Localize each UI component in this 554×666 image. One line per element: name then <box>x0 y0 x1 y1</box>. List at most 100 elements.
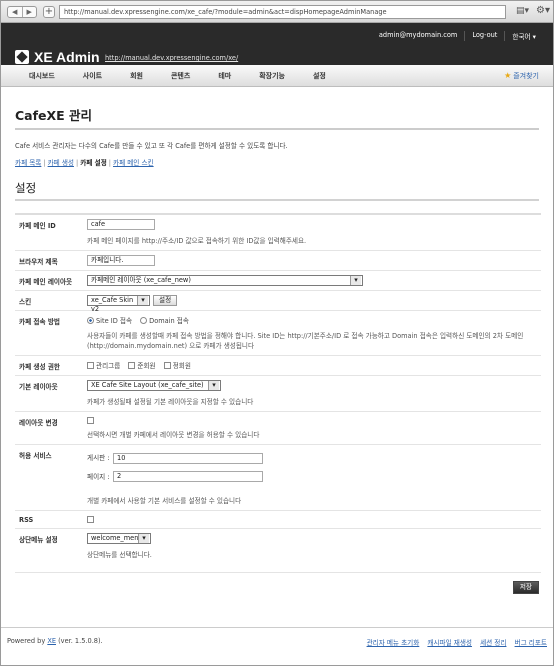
board-count-input[interactable]: 10 <box>113 452 263 464</box>
admin-group-checkbox[interactable] <box>87 361 94 369</box>
menu-item-settings[interactable]: 설정 <box>299 65 340 87</box>
page-description: Cafe 서비스 관리자는 다수의 Cafe를 만들 수 있고 또 각 Cafe… <box>15 142 288 150</box>
access-method-help: 사용자들이 카페를 생성할때 카페 접속 방법을 정해야 합니다. Site I… <box>87 332 524 350</box>
regular-member-checkbox[interactable] <box>163 361 171 369</box>
default-layout-select[interactable]: XE Cafe Site Layout (xe_cafe_site) <box>87 380 221 391</box>
associate-member-checkbox[interactable] <box>128 361 136 369</box>
xe-logo-icon <box>15 50 29 64</box>
menu-item-theme[interactable]: 테마 <box>204 65 245 87</box>
browser-toolbar: ◀ ▶ + http://manual.dev.xpressengine.com… <box>1 1 553 23</box>
layout-change-checkbox[interactable] <box>87 416 94 424</box>
favorites-link[interactable]: ★ 즐겨찾기 <box>504 65 539 87</box>
layout-change-help: 선택하시면 개별 카페에서 레이아웃 변경을 허용할 수 있습니다 <box>87 431 260 439</box>
wrench-icon[interactable]: ⚙▾ <box>536 5 550 16</box>
rss-checkbox[interactable] <box>87 515 94 523</box>
back-arrow-icon[interactable]: ◀ <box>8 7 22 17</box>
page-title: CafeXE 관리 <box>15 105 539 130</box>
regenerate-cache-link[interactable]: 캐시파일 재생성 <box>427 639 472 647</box>
board-service-row: 게시판 :10 <box>87 452 537 464</box>
domain-radio[interactable] <box>140 316 148 324</box>
language-select[interactable]: 한국어 ▾ <box>504 31 543 41</box>
footer-links: 관리자 메뉴 초기화 캐시파일 재생성 세션 정리 버그 리포트 <box>361 637 547 647</box>
skin-settings-button[interactable]: 설정 <box>153 295 178 306</box>
form-row-create-permission: 카페 생성 권한 관리그룹 준회원 정회원 <box>15 355 541 376</box>
favorites-label: 즐겨찾기 <box>513 72 539 80</box>
default-layout-label: 기본 레이아웃 <box>15 375 85 412</box>
powered-by: Powered by XE (ver. 1.5.0.8). <box>7 637 103 645</box>
access-method-label: 카페 접속 방법 <box>15 310 85 356</box>
rss-label: RSS <box>15 510 85 529</box>
board-label: 게시판 : <box>87 454 110 462</box>
footer: Powered by XE (ver. 1.5.0.8). 관리자 메뉴 초기화… <box>1 627 553 651</box>
create-permission-label: 카페 생성 권한 <box>15 355 85 376</box>
form-row-allowed-services: 허용 서비스 게시판 :10 페이지 :2 개별 카페에서 사용할 기본 서비스… <box>15 444 541 511</box>
main-content: CafeXE 관리 Cafe 서비스 관리자는 다수의 Cafe를 만들 수 있… <box>1 105 553 573</box>
page-menu-icon[interactable]: ▤▾ <box>516 6 529 16</box>
admin-header: admin@mydomain.com Log-out 한국어 ▾ XE Admi… <box>1 23 553 65</box>
site-url-link[interactable]: http://manual.dev.xpressengine.com/xe/ <box>105 54 238 62</box>
top-menu-help: 상단메뉴를 선택합니다. <box>87 551 152 559</box>
page-service-row: 페이지 :2 <box>87 471 537 482</box>
browser-window: ◀ ▶ + http://manual.dev.xpressengine.com… <box>0 0 554 666</box>
xe-link[interactable]: XE <box>47 637 56 645</box>
sublink-cafe-list[interactable]: 카페 목록 <box>15 159 41 167</box>
site-id-radio[interactable] <box>87 316 94 324</box>
forward-arrow-icon[interactable]: ▶ <box>21 7 37 17</box>
skin-label: 스킨 <box>15 290 85 311</box>
menu-item-extensions[interactable]: 확장기능 <box>245 65 299 87</box>
clear-session-link[interactable]: 세션 정리 <box>480 639 506 647</box>
form-row-access-method: 카페 접속 방법 Site ID 접속 Domain 접속 사용자들이 카페를 … <box>15 310 541 356</box>
top-menu-label: 상단메뉴 설정 <box>15 528 85 573</box>
domain-label: Domain 접속 <box>149 317 189 325</box>
logout-link[interactable]: Log-out <box>464 31 504 41</box>
reset-admin-menu-link[interactable]: 관리자 메뉴 초기화 <box>367 639 420 647</box>
form-row-default-layout: 기본 레이아웃 XE Cafe Site Layout (xe_cafe_sit… <box>15 375 541 412</box>
sub-navigation: 카페 목록 | 카페 생성 | 카페 설정 | 카페 메인 스킨 <box>15 159 154 167</box>
form-row-rss: RSS <box>15 510 541 529</box>
header-utility: admin@mydomain.com Log-out 한국어 ▾ <box>372 31 543 41</box>
save-button[interactable]: 저장 <box>512 581 539 594</box>
new-tab-plus-icon[interactable]: + <box>43 6 55 18</box>
browser-title-input[interactable]: 카페입니다. <box>87 255 155 266</box>
regular-member-label: 정회원 <box>172 362 191 370</box>
main-layout-label: 카페 메인 레이아웃 <box>15 270 85 291</box>
main-layout-select[interactable]: 카페메인 레이아웃 (xe_cafe_new) <box>87 275 363 286</box>
settings-form: 카페 메인 ID cafe 카페 메인 페이지를 http://주소/ID 값으… <box>15 213 541 573</box>
address-bar[interactable]: http://manual.dev.xpressengine.com/xe_ca… <box>59 5 506 19</box>
associate-member-label: 준회원 <box>137 362 156 370</box>
allowed-services-label: 허용 서비스 <box>15 444 85 511</box>
cafe-main-id-help: 카페 메인 페이지를 http://주소/ID 값으로 접속하기 위한 ID값을… <box>87 237 307 245</box>
page-label: 페이지 : <box>87 472 110 481</box>
sublink-cafe-main-skin[interactable]: 카페 메인 스킨 <box>113 159 154 167</box>
page-count-input[interactable]: 2 <box>113 471 263 482</box>
main-menu: 대시보드 사이트 회원 콘텐츠 테마 확장기능 설정 ★ 즐겨찾기 <box>1 65 553 87</box>
menu-item-site[interactable]: 사이트 <box>69 65 116 87</box>
user-email: admin@mydomain.com <box>378 31 458 39</box>
default-layout-help: 카페가 생성될때 설정될 기본 레이아웃을 지정할 수 있습니다 <box>87 398 254 406</box>
site-id-label: Site ID 접속 <box>96 317 133 325</box>
form-row-browser-title: 브라우저 제목 카페입니다. <box>15 250 541 271</box>
menu-item-dashboard[interactable]: 대시보드 <box>15 65 69 87</box>
admin-group-label: 관리그룹 <box>96 362 121 370</box>
form-row-cafe-main-id: 카페 메인 ID cafe 카페 메인 페이지를 http://주소/ID 값으… <box>15 214 541 251</box>
browser-title-label: 브라우저 제목 <box>15 250 85 271</box>
form-row-layout-change: 레이아웃 변경 선택하시면 개별 카페에서 레이아웃 변경을 허용할 수 있습니… <box>15 411 541 445</box>
top-menu-select[interactable]: welcome_menu <box>87 533 151 544</box>
layout-change-label: 레이아웃 변경 <box>15 411 85 445</box>
cafe-main-id-input[interactable]: cafe <box>87 219 155 230</box>
form-row-main-layout: 카페 메인 레이아웃 카페메인 레이아웃 (xe_cafe_new) <box>15 270 541 291</box>
menu-item-contents[interactable]: 콘텐츠 <box>157 65 204 87</box>
sublink-cafe-create[interactable]: 카페 생성 <box>48 159 74 167</box>
star-icon: ★ <box>504 71 512 80</box>
skin-select[interactable]: xe_Cafe Skin v2 <box>87 295 150 313</box>
save-area: 저장 <box>1 573 553 594</box>
bug-report-link[interactable]: 버그 리포트 <box>515 639 547 647</box>
menu-item-members[interactable]: 회원 <box>116 65 157 87</box>
section-title: 설정 <box>15 180 539 201</box>
logo-text: XE Admin <box>34 49 100 65</box>
powered-prefix: Powered by <box>7 637 48 645</box>
xe-logo[interactable]: XE Admin <box>15 49 100 65</box>
version-text: (ver. 1.5.0.8). <box>56 637 103 645</box>
allowed-services-help: 개별 카페에서 사용할 기본 서비스를 설정할 수 있습니다 <box>87 497 242 505</box>
sublink-cafe-settings[interactable]: 카페 설정 <box>80 159 107 167</box>
